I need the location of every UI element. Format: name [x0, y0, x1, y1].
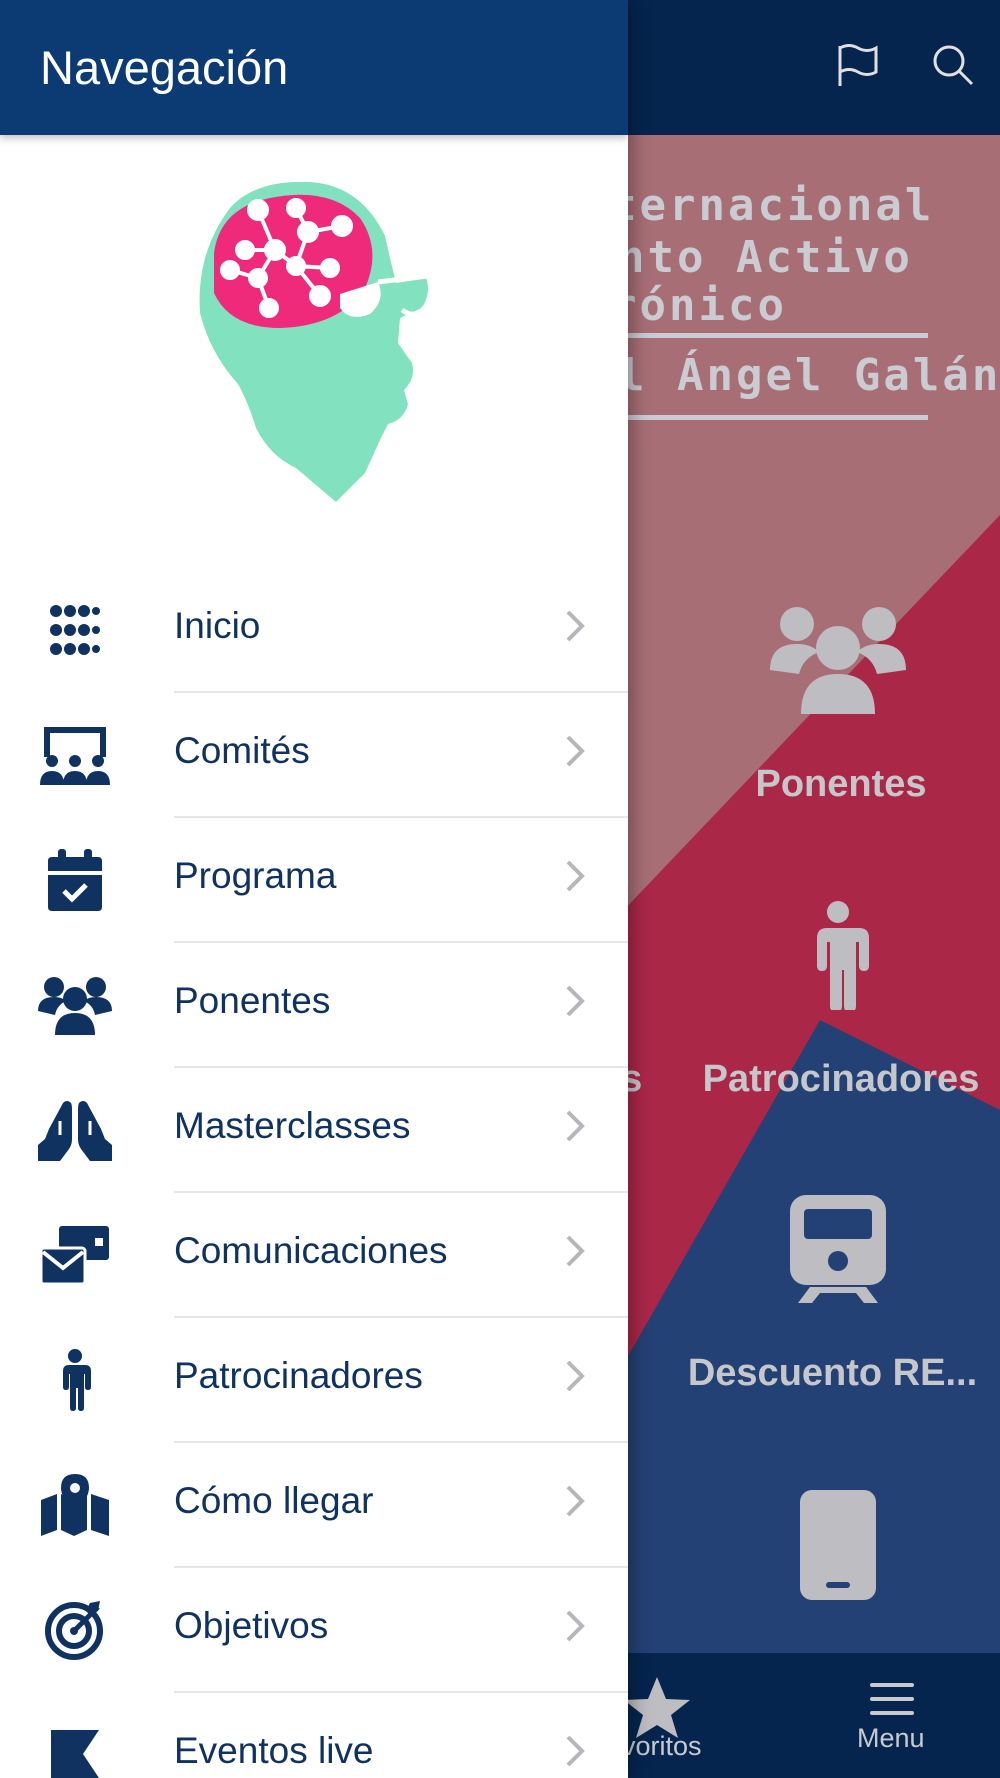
chevron-right-icon — [564, 608, 586, 649]
menu-item-comites[interactable]: Comités — [0, 693, 628, 818]
chevron-right-icon — [564, 733, 586, 774]
drawer-title: Navegación — [40, 41, 289, 94]
congress-logo — [190, 178, 440, 513]
person-icon — [36, 1348, 114, 1412]
menu-item-comunicaciones[interactable]: Comunicaciones — [0, 1193, 628, 1318]
menu-item-label: Patrocinadores — [174, 1355, 423, 1396]
presentation-audience-icon — [36, 723, 114, 787]
users-icon — [36, 973, 114, 1037]
chevron-right-icon — [564, 1358, 586, 1399]
chevron-right-icon — [564, 1483, 586, 1524]
drawer-header: Navegación — [0, 0, 628, 135]
chevron-right-icon — [564, 1108, 586, 1149]
menu-item-label: Masterclasses — [174, 1105, 411, 1146]
menu-item-masterclasses[interactable]: Masterclasses — [0, 1068, 628, 1193]
map-location-icon — [36, 1473, 114, 1537]
chevron-right-icon — [564, 858, 586, 899]
menu-item-label: Programa — [174, 855, 337, 896]
target-arrow-icon — [36, 1598, 114, 1662]
praying-hands-icon — [36, 1098, 114, 1162]
menu-item-label: Ponentes — [174, 980, 331, 1021]
chevron-right-icon — [564, 1608, 586, 1649]
menu-item-ponentes[interactable]: Ponentes — [0, 943, 628, 1068]
navigation-drawer: Inicio Comités Programa Ponentes Masterc… — [0, 0, 628, 1778]
menu-item-eventos-live[interactable]: Eventos live — [0, 1693, 628, 1778]
chevron-right-icon — [564, 1233, 586, 1274]
menu-item-patrocinadores[interactable]: Patrocinadores — [0, 1318, 628, 1443]
chevron-right-icon — [564, 983, 586, 1024]
calendar-check-icon — [36, 848, 114, 912]
menu-item-programa[interactable]: Programa — [0, 818, 628, 943]
menu-item-label: Eventos live — [174, 1730, 374, 1771]
menu-item-label: Comités — [174, 730, 310, 771]
menu-item-label: Cómo llegar — [174, 1480, 374, 1521]
menu-item-label: Inicio — [174, 605, 261, 646]
menu-item-objetivos[interactable]: Objetivos — [0, 1568, 628, 1693]
menu-item-inicio[interactable]: Inicio — [0, 568, 628, 693]
chevron-right-icon — [564, 1733, 586, 1774]
flag-icon — [36, 1723, 114, 1778]
grid-icon — [36, 598, 114, 662]
menu-item-label: Comunicaciones — [174, 1230, 448, 1271]
mail-bulk-icon — [36, 1223, 114, 1287]
menu-item-como-llegar[interactable]: Cómo llegar — [0, 1443, 628, 1568]
menu-item-label: Objetivos — [174, 1605, 329, 1646]
